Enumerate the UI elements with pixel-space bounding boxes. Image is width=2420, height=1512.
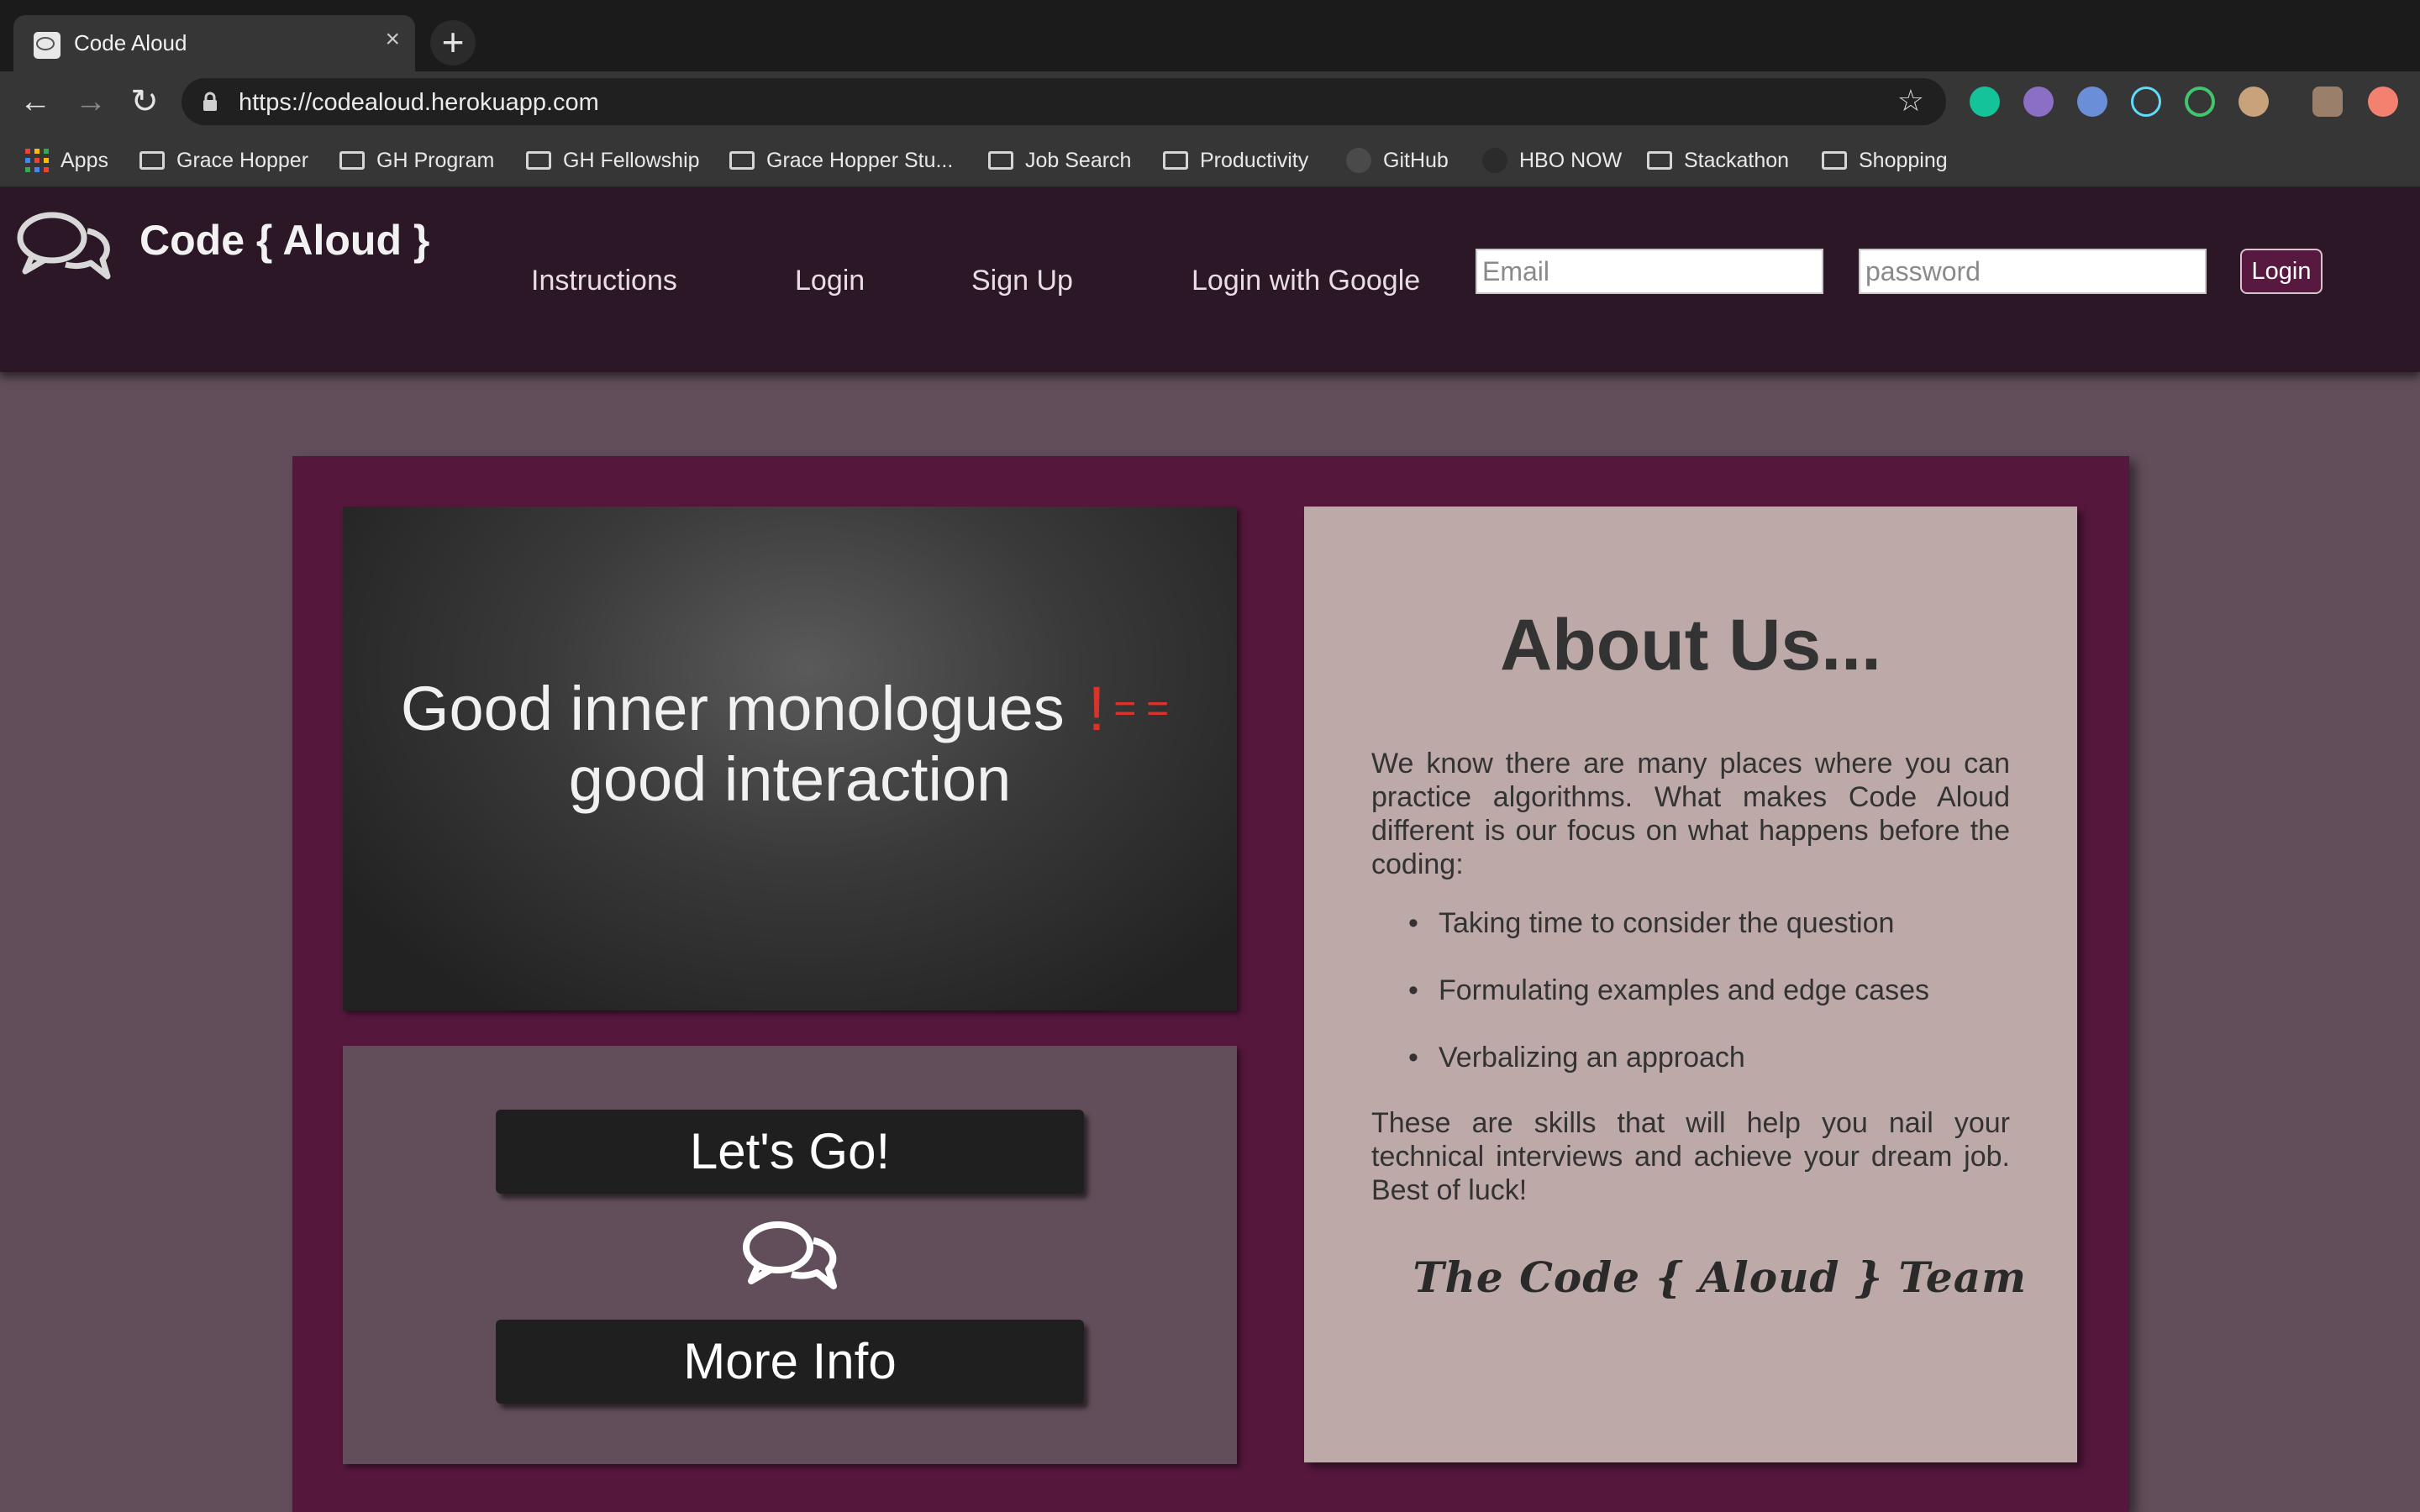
profile-avatar-icon[interactable] xyxy=(2312,87,2343,117)
bookmark-folder[interactable]: Stackathon xyxy=(1647,145,1789,176)
grammarly-extension-icon[interactable] xyxy=(1970,87,2000,117)
browser-toolbar: ← → ↻ https://codealoud.herokuapp.com ☆ xyxy=(0,71,2420,132)
bookmark-folder[interactable]: GH Fellowship xyxy=(526,145,700,176)
main-panel: Good inner monologues! == good interactio… xyxy=(292,456,2129,1512)
tab-close-icon[interactable]: × xyxy=(385,25,400,54)
bookmark-label: Productivity xyxy=(1200,149,1309,172)
more-info-button[interactable]: More Info xyxy=(496,1320,1084,1404)
nav-instructions[interactable]: Instructions xyxy=(531,265,677,297)
hero-text: Good inner monologues xyxy=(400,674,1065,743)
folder-icon xyxy=(1647,151,1672,170)
react-devtools-icon[interactable] xyxy=(2131,87,2161,117)
bookmark-hbo[interactable]: HBO NOW xyxy=(1482,145,1622,176)
bookmark-folder[interactable]: Grace Hopper xyxy=(139,145,308,176)
lets-go-button[interactable]: Let's Go! xyxy=(496,1110,1084,1194)
bookmark-folder[interactable]: Job Search xyxy=(988,145,1131,176)
chat-bubbles-favicon-icon xyxy=(34,32,60,59)
bookmark-label: Grace Hopper Stu... xyxy=(766,149,954,172)
hbo-icon xyxy=(1482,148,1507,173)
update-icon[interactable] xyxy=(2368,87,2398,117)
tab-title: Code Aloud xyxy=(74,30,187,55)
browser-tab[interactable]: Code Aloud × xyxy=(13,15,415,71)
nav-sign-up[interactable]: Sign Up xyxy=(971,265,1073,297)
about-points-list: Taking time to consider the question For… xyxy=(1371,906,2010,1108)
url-text: https://codealoud.herokuapp.com xyxy=(239,89,599,116)
bookmarks-bar: Apps Grace Hopper GH Program GH Fellowsh… xyxy=(0,132,2420,187)
chat-bubbles-logo-icon[interactable] xyxy=(15,209,114,291)
bookmark-label: Apps xyxy=(60,149,108,172)
hero-banner: Good inner monologues! == good interactio… xyxy=(343,507,1237,1011)
about-title: About Us... xyxy=(1500,605,1881,685)
cta-box: Let's Go! More Info xyxy=(343,1046,1237,1464)
bookmark-github[interactable]: GitHub xyxy=(1346,145,1449,176)
list-item: Formulating examples and edge cases xyxy=(1371,974,2010,1007)
folder-icon xyxy=(988,151,1013,170)
hero-line-1: Good inner monologues! == xyxy=(343,673,1237,744)
extension-icon[interactable] xyxy=(2077,87,2107,117)
bookmark-folder[interactable]: Productivity xyxy=(1163,145,1308,176)
neq-equals: == xyxy=(1113,686,1180,730)
github-icon xyxy=(1346,148,1371,173)
about-intro: We know there are many places where you … xyxy=(1371,748,2010,880)
about-us-card: About Us... We know there are many place… xyxy=(1304,507,2077,1462)
bookmark-label: Stackathon xyxy=(1684,149,1790,172)
nav-login-with-google[interactable]: Login with Google xyxy=(1192,265,1420,297)
bookmark-label: GH Fellowship xyxy=(563,149,700,172)
apps-grid-icon xyxy=(25,149,49,172)
bookmark-label: GitHub xyxy=(1383,149,1449,172)
neq-bang: ! xyxy=(1087,674,1106,743)
chat-bubbles-icon xyxy=(741,1219,840,1300)
login-button[interactable]: Login xyxy=(2240,249,2323,294)
bookmark-label: Shopping xyxy=(1859,149,1948,172)
folder-icon xyxy=(729,151,755,170)
bookmark-label: GH Program xyxy=(376,149,495,172)
email-field[interactable] xyxy=(1476,249,1823,294)
bookmark-apps[interactable]: Apps xyxy=(25,145,108,176)
list-item: Verbalizing an approach xyxy=(1371,1041,2010,1074)
new-tab-button[interactable]: + xyxy=(430,20,476,66)
bookmark-folder[interactable]: GH Program xyxy=(339,145,494,176)
folder-icon xyxy=(526,151,551,170)
list-item: Taking time to consider the question xyxy=(1371,906,2010,940)
address-bar[interactable]: https://codealoud.herokuapp.com ☆ xyxy=(182,78,1946,125)
folder-icon xyxy=(1822,151,1847,170)
forward-arrow-icon[interactable]: → xyxy=(69,80,113,123)
about-outro: These are skills that will help you nail… xyxy=(1371,1107,2010,1206)
bookmark-label: HBO NOW xyxy=(1519,149,1623,172)
extension-icon[interactable] xyxy=(2238,87,2269,117)
bookmark-folder[interactable]: Shopping xyxy=(1822,145,1948,176)
lock-icon xyxy=(202,92,218,116)
not-equal-operator: ! == xyxy=(1088,674,1179,743)
bookmark-folder[interactable]: Grace Hopper Stu... xyxy=(729,145,953,176)
bookmark-label: Grace Hopper xyxy=(176,149,309,172)
back-arrow-icon[interactable]: ← xyxy=(13,80,57,123)
browser-tab-strip: Code Aloud × + xyxy=(0,0,2420,71)
site-header: Code { Aloud } Instructions Login Sign U… xyxy=(0,187,2420,372)
team-signature: The Code { Aloud } Team xyxy=(1413,1252,2027,1302)
extension-icon[interactable] xyxy=(2023,87,2054,117)
bookmark-label: Job Search xyxy=(1025,149,1132,172)
bookmark-star-icon[interactable]: ☆ xyxy=(1897,83,1924,118)
reload-icon[interactable]: ↻ xyxy=(123,80,166,123)
brand-title[interactable]: Code { Aloud } xyxy=(139,216,429,265)
folder-icon xyxy=(1163,151,1188,170)
nav-login[interactable]: Login xyxy=(795,265,865,297)
extension-icon[interactable] xyxy=(2185,87,2215,117)
hero-line-2: good interaction xyxy=(568,744,1012,814)
password-field[interactable] xyxy=(1859,249,2207,294)
folder-icon xyxy=(139,151,165,170)
folder-icon xyxy=(339,151,365,170)
